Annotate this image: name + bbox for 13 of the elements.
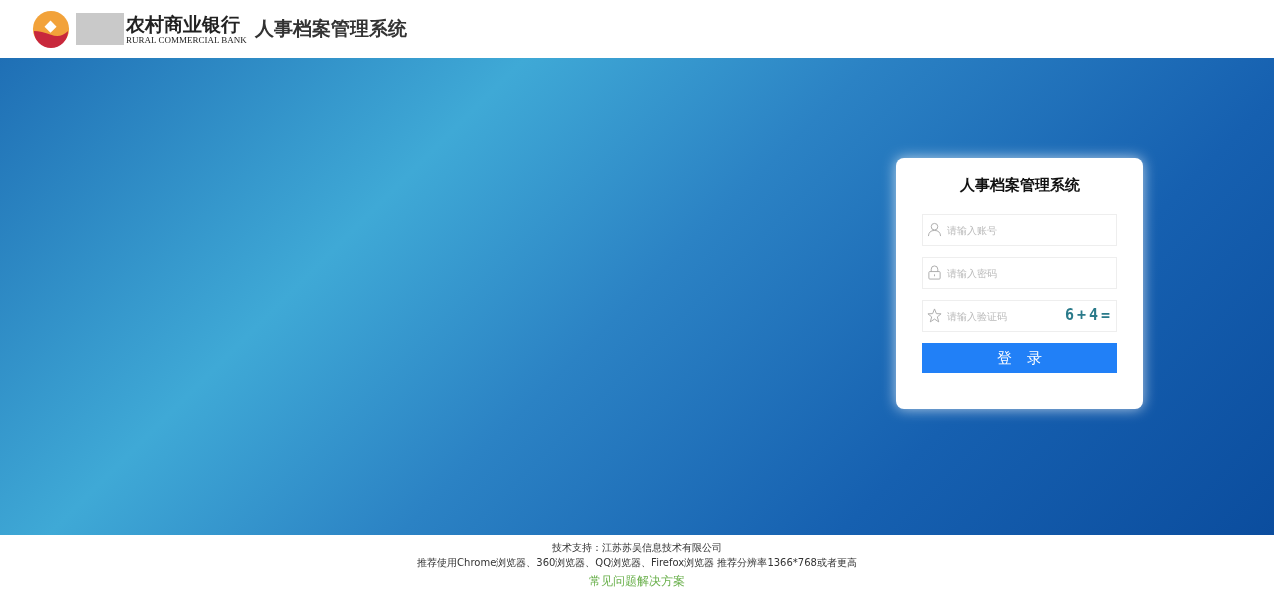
captcha-image[interactable]: 6+4= (1064, 306, 1117, 324)
system-title: 人事档案管理系统 (254, 16, 407, 41)
bank-name-english: RURAL COMMERCIAL BANK (126, 35, 247, 45)
password-field[interactable]: 请输入密码 (922, 257, 1117, 289)
login-button[interactable]: 登 录 (922, 343, 1117, 373)
bank-name: 农村商业银行 (126, 13, 241, 35)
browser-recommendation: 推荐使用Chrome浏览器、360浏览器、QQ浏览器、Firefox浏览器 推荐分辨率1366*768或者更高 (417, 556, 857, 570)
account-field[interactable]: 请输入账号 (922, 214, 1117, 246)
faq-link[interactable]: 常见问题解决方案 (589, 573, 685, 590)
login-title: 人事档案管理系统 (958, 176, 1081, 195)
bank-logo-icon (32, 10, 70, 48)
support-text: 技术支持：江苏苏吴信息技术有限公司 (552, 541, 722, 555)
redaction-block (76, 13, 124, 45)
